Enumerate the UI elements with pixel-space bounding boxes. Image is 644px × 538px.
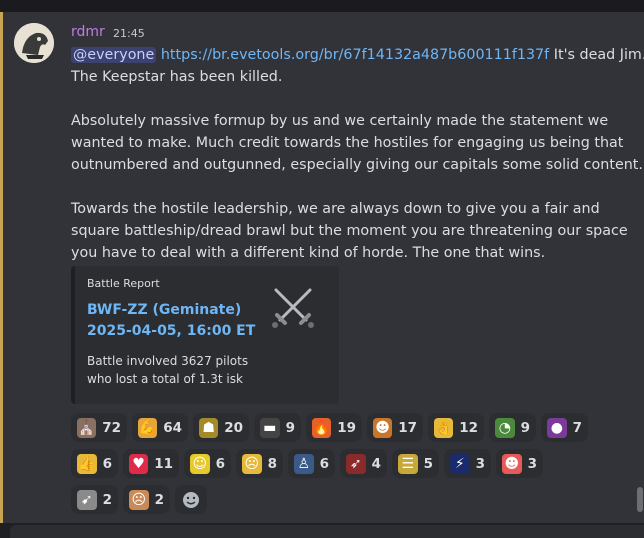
reaction-button[interactable]: ♥ 11: [123, 449, 179, 478]
avatar-image: [14, 23, 54, 63]
arrow-ship-emoji: ➹: [77, 489, 97, 510]
link-embed: Battle Report BWF-ZZ (Geminate) 2025-04-…: [71, 266, 339, 404]
reaction-button[interactable]: ☹ 8: [236, 449, 283, 478]
reaction-count: 9: [285, 419, 295, 436]
message-text: square battleship/dread brawl but the mo…: [71, 223, 628, 239]
lightning-emoji: ⚡: [450, 453, 470, 474]
message-text: It's dead Jim.: [549, 47, 644, 63]
reaction-count: 12: [459, 419, 478, 436]
reaction-count: 9: [520, 419, 530, 436]
scrollbar-thumb[interactable]: [637, 487, 643, 512]
person-raising-arms-emoji: ♙: [294, 453, 314, 474]
message-text: Towards the hostile leadership, we are a…: [71, 201, 600, 217]
message-text: you have to deal with a different kind o…: [71, 245, 546, 261]
smiley-emoji: ☺: [190, 453, 210, 474]
embed-description-line: who lost a total of 1.3t isk: [87, 372, 243, 386]
reaction-button[interactable]: ☺ 6: [184, 449, 231, 478]
reaction-button[interactable]: ◔ 9: [489, 413, 536, 442]
message-text: wanted to make. Much credit towards the …: [71, 135, 624, 151]
thumbs-up-emoji: 👍: [77, 453, 97, 474]
message-body: @everyone https://br.evetools.org/br/67f…: [71, 44, 644, 264]
gun-emoji: ▬: [260, 417, 280, 438]
reaction-count: 3: [475, 455, 485, 472]
reaction-button[interactable]: 🔥 19: [306, 413, 362, 442]
embed-provider: Battle Report: [87, 277, 160, 290]
user-avatar[interactable]: [14, 23, 54, 63]
top-bar: [0, 0, 644, 12]
message-text: Absolutely massive formup by us and we c…: [71, 113, 609, 129]
flexed-biceps-emoji: 💪: [138, 417, 158, 438]
ok-hand-emoji: 👌: [434, 417, 454, 438]
embed-title[interactable]: BWF-ZZ (Geminate) 2025-04-05, 16:00 ET: [87, 300, 255, 342]
reaction-count: 8: [267, 455, 277, 472]
embed-title-line[interactable]: BWF-ZZ (Geminate): [87, 300, 255, 321]
reaction-button[interactable]: ➶ 4: [340, 449, 387, 478]
reaction-button[interactable]: ▬ 9: [254, 413, 301, 442]
reaction-button[interactable]: 💪 64: [132, 413, 188, 442]
reaction-count: 72: [102, 419, 121, 436]
dog-meme-emoji: ☰: [398, 453, 418, 474]
reaction-count: 11: [154, 455, 173, 472]
rocket-emoji: ➶: [346, 453, 366, 474]
screaming-face-emoji: ☹: [129, 489, 149, 510]
reaction-count: 7: [572, 419, 582, 436]
battle-report-link[interactable]: https://br.evetools.org/br/67f14132a487b…: [161, 47, 549, 63]
goblin-emoji: ☗: [199, 417, 219, 438]
reaction-count: 64: [163, 419, 182, 436]
fire-emoji: 🔥: [312, 417, 332, 438]
reaction-count: 6: [215, 455, 225, 472]
sweating-face-emoji: ☹: [242, 453, 262, 474]
reaction-button[interactable]: ➹ 2: [71, 485, 118, 514]
reaction-button[interactable]: ☻ 17: [367, 413, 423, 442]
reaction-button[interactable]: ☹ 2: [123, 485, 170, 514]
reaction-count: 17: [398, 419, 417, 436]
message-text: outnumbered and outgunned, especially gi…: [71, 157, 643, 173]
reaction-button[interactable]: ⛪ 72: [71, 413, 127, 442]
reaction-count: 5: [423, 455, 433, 472]
reaction-button[interactable]: ☻ 3: [496, 449, 543, 478]
heart-face-emoji: ♥: [129, 453, 149, 474]
add-reaction-icon: [183, 491, 199, 508]
crossed-swords-icon[interactable]: [268, 282, 318, 332]
frog-emoji: ◔: [495, 417, 515, 438]
clown-face-emoji: ☻: [502, 453, 522, 474]
eggplant-emoji: ●: [547, 417, 567, 438]
pope-emoji: ⛪: [77, 417, 97, 438]
embed-description-line: Battle involved 3627 pilots: [87, 354, 249, 368]
reaction-count: 6: [102, 455, 112, 472]
reaction-count: 20: [224, 419, 243, 436]
reaction-count: 2: [154, 491, 164, 508]
reaction-button[interactable]: ☰ 5: [392, 449, 439, 478]
reaction-button[interactable]: ⚡ 3: [444, 449, 491, 478]
embed-description: Battle involved 3627 pilots who lost a t…: [87, 352, 248, 388]
message-username[interactable]: rdmr: [71, 24, 105, 40]
embed-title-line[interactable]: 2025-04-05, 16:00 ET: [87, 321, 255, 342]
reaction-button[interactable]: 👌 12: [428, 413, 484, 442]
everyone-mention[interactable]: @everyone: [71, 47, 157, 63]
reaction-count: 2: [102, 491, 112, 508]
reaction-button[interactable]: ☗ 20: [193, 413, 249, 442]
message-text: The Keepstar has been killed.: [71, 69, 283, 85]
message-timestamp[interactable]: 21:45: [113, 27, 145, 40]
screaming-dog-emoji: ☻: [373, 417, 393, 438]
reaction-button[interactable]: ♙ 6: [288, 449, 335, 478]
reaction-count: 4: [371, 455, 381, 472]
message-input-area[interactable]: [10, 525, 644, 538]
reaction-count: 19: [337, 419, 356, 436]
reaction-button[interactable]: 👍 6: [71, 449, 118, 478]
reaction-count: 3: [527, 455, 537, 472]
reaction-button[interactable]: ● 7: [541, 413, 588, 442]
reaction-count: 6: [319, 455, 329, 472]
add-reaction-button[interactable]: [175, 485, 207, 514]
